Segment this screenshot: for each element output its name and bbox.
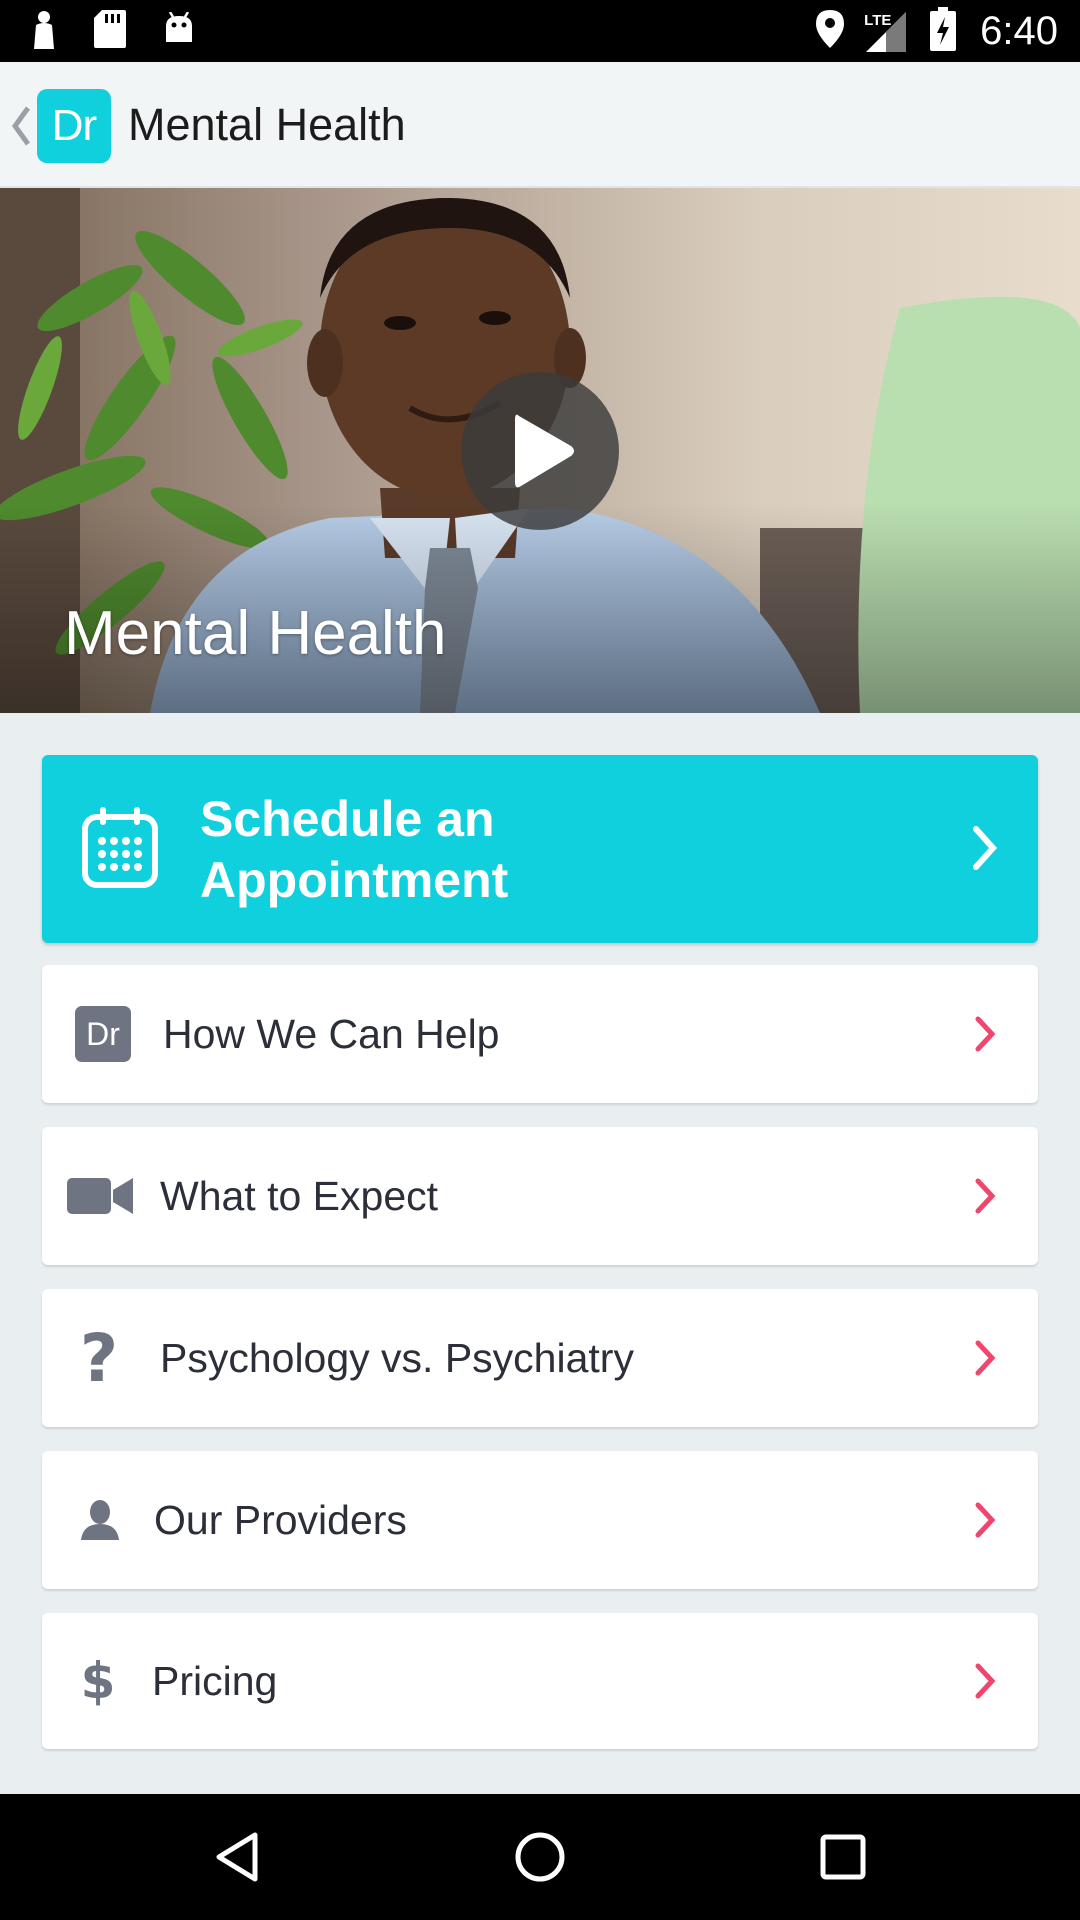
- menu-item-our-providers[interactable]: Our Providers: [42, 1451, 1038, 1589]
- chevron-right-icon: [974, 1501, 998, 1544]
- menu-item-what-to-expect[interactable]: What to Expect: [42, 1127, 1038, 1265]
- chevron-right-icon: [974, 1339, 998, 1382]
- system-nav-bar: [0, 1794, 1080, 1920]
- dollar-glyph: $: [80, 1652, 116, 1710]
- status-bar: LTE 6:40: [0, 0, 1080, 62]
- dr-logo-mark: Dr: [75, 1006, 131, 1062]
- play-button[interactable]: [461, 372, 619, 530]
- nav-home-button[interactable]: [470, 1794, 610, 1920]
- chevron-right-icon: [974, 1662, 998, 1705]
- nav-recents-button[interactable]: [773, 1794, 913, 1920]
- back-chevron-icon[interactable]: [10, 106, 32, 146]
- status-time: 6:40: [980, 8, 1058, 53]
- menu-item-pricing[interactable]: $ Pricing: [42, 1613, 1038, 1749]
- menu-item-label: Our Providers: [154, 1496, 407, 1543]
- notification-icon: [30, 9, 58, 54]
- hero-video[interactable]: Mental Health: [0, 188, 1080, 713]
- back-triangle-icon: [216, 1832, 258, 1882]
- status-left: [30, 0, 196, 62]
- menu-item-how-we-can-help[interactable]: Dr How We Can Help: [42, 965, 1038, 1103]
- network-type: LTE: [864, 12, 892, 29]
- question-mark-glyph: ?: [79, 1319, 119, 1397]
- menu-item-label: Psychology vs. Psychiatry: [160, 1334, 634, 1381]
- calendar-icon: [82, 807, 158, 894]
- schedule-appointment-label: Schedule an Appointment: [200, 789, 800, 911]
- battery-charging-icon: [930, 6, 957, 56]
- menu-item-psychology-vs-psychiatry[interactable]: ? Psychology vs. Psychiatry: [42, 1289, 1038, 1427]
- location-icon: [816, 9, 845, 53]
- schedule-label-line2: Appointment: [200, 852, 509, 908]
- recents-square-icon: [820, 1834, 866, 1880]
- schedule-label-line1: Schedule an: [200, 791, 495, 847]
- chevron-right-icon: [974, 1015, 998, 1058]
- signal-icon: LTE: [862, 6, 912, 56]
- dollar-icon: $: [78, 1613, 118, 1749]
- chevron-right-icon: [974, 1177, 998, 1220]
- schedule-appointment-button[interactable]: Schedule an Appointment: [42, 755, 1038, 943]
- menu-item-label: How We Can Help: [163, 1010, 500, 1057]
- app-logo[interactable]: Dr: [37, 89, 111, 163]
- app-bar: Dr Mental Health: [0, 62, 1080, 188]
- home-circle-icon: [515, 1832, 565, 1882]
- chevron-right-icon: [972, 825, 998, 876]
- sd-card-icon: [94, 9, 126, 53]
- status-right: LTE 6:40: [816, 0, 1058, 62]
- question-mark-icon: ?: [74, 1289, 124, 1427]
- menu-item-label: What to Expect: [160, 1172, 439, 1219]
- menu-item-label: Pricing: [152, 1657, 278, 1704]
- nav-back-button[interactable]: [167, 1794, 307, 1920]
- android-icon: [162, 10, 196, 51]
- page-title: Mental Health: [128, 99, 406, 150]
- person-icon: [80, 1451, 120, 1589]
- hero-title: Mental Health: [64, 599, 447, 668]
- video-camera-icon: [67, 1127, 133, 1265]
- dr-logo-icon: Dr: [74, 965, 132, 1103]
